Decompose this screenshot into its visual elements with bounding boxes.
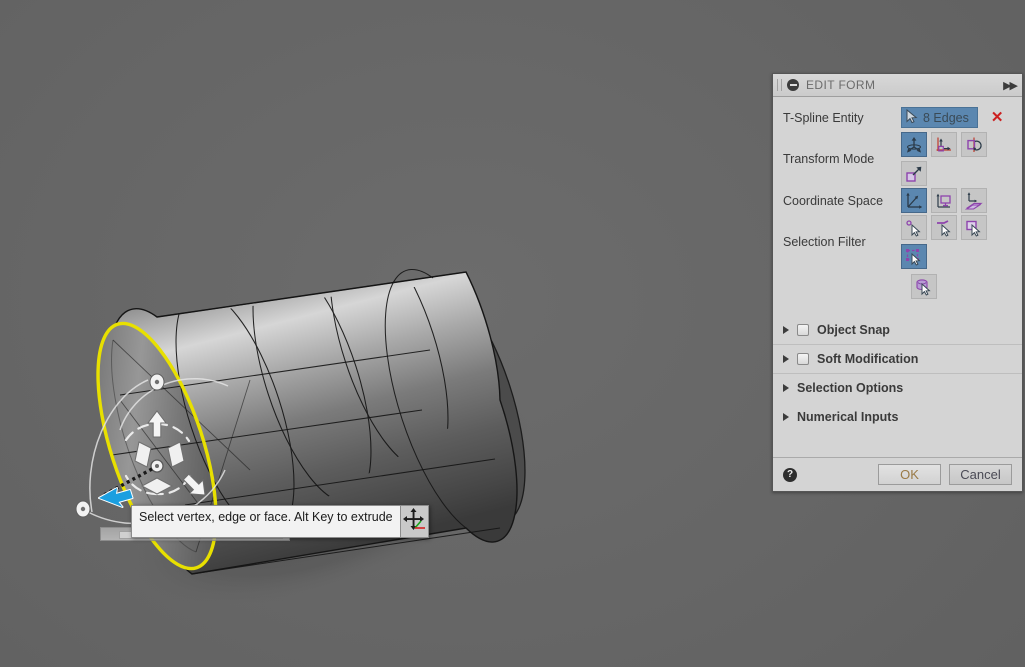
panel-title: EDIT FORM [806, 78, 876, 92]
selection-filter-vertex[interactable] [901, 215, 927, 240]
section-selection-options-label: Selection Options [797, 381, 904, 395]
panel-body: T-Spline Entity 8 Edges ✕ Transform Mode… [773, 97, 1022, 457]
fast-forward-icon[interactable]: ▶▶ [1003, 79, 1018, 92]
application-window: Select vertex, edge or face. Alt Key to … [0, 0, 1025, 667]
transform-mode-scale[interactable] [901, 161, 927, 186]
row-selection-filter: Selection Filter [773, 215, 1022, 269]
selection-filter-edge[interactable] [931, 215, 957, 240]
row-selection-filter-overflow [773, 272, 1022, 301]
label-tspline-entity: T-Spline Entity [783, 110, 864, 125]
label-selection-filter: Selection Filter [783, 235, 866, 249]
chevron-right-icon[interactable] [783, 355, 789, 363]
red-x-icon[interactable]: ✕ [991, 110, 1004, 125]
label-coordinate-space: Coordinate Space [783, 193, 884, 208]
chevron-right-icon[interactable] [783, 412, 789, 421]
coordinate-space-view[interactable] [931, 188, 957, 213]
edit-form-panel[interactable]: EDIT FORM ▶▶ T-Spline Entity 8 Edges ✕ T… [772, 73, 1023, 492]
chevron-right-icon[interactable] [783, 384, 789, 392]
move-cursor-icon [400, 505, 429, 538]
transform-mode-translate[interactable] [931, 132, 957, 157]
panel-footer: ? OK Cancel [773, 457, 1022, 491]
section-numerical-inputs-label: Numerical Inputs [797, 409, 899, 424]
help-icon[interactable]: ? [783, 467, 797, 482]
section-object-snap[interactable]: Object Snap [773, 315, 1022, 344]
tspline-entity-value: 8 Edges [923, 110, 969, 125]
collapse-circle-icon[interactable] [787, 79, 799, 91]
select-cursor-icon [906, 108, 919, 127]
row-transform-mode: Transform Mode [773, 132, 1022, 186]
section-soft-modification-label: Soft Modification [817, 352, 919, 366]
panel-bottom-spacer [773, 431, 1022, 457]
cancel-button[interactable]: Cancel [949, 464, 1012, 485]
tooltip-text: Select vertex, edge or face. Alt Key to … [131, 505, 401, 538]
row-tspline-entity: T-Spline Entity 8 Edges ✕ [773, 103, 1022, 132]
coordinate-space-world[interactable] [901, 188, 927, 213]
section-object-snap-label: Object Snap [817, 322, 890, 337]
section-numerical-inputs[interactable]: Numerical Inputs [773, 402, 1022, 431]
section-soft-modification[interactable]: Soft Modification [773, 344, 1022, 373]
panel-titlebar[interactable]: EDIT FORM ▶▶ [773, 74, 1022, 97]
object-snap-checkbox[interactable] [797, 323, 809, 336]
section-selection-options[interactable]: Selection Options [773, 373, 1022, 402]
row-coordinate-space: Coordinate Space [773, 186, 1022, 215]
gizmo-arrow-active-fill [99, 488, 133, 507]
transform-mode-rotate[interactable] [961, 132, 987, 157]
ok-button[interactable]: OK [878, 464, 941, 485]
label-transform-mode: Transform Mode [783, 152, 875, 166]
transform-mode-all[interactable] [901, 132, 927, 157]
chevron-right-icon[interactable] [783, 325, 789, 334]
soft-modification-checkbox[interactable] [797, 353, 809, 365]
drag-grip-icon[interactable] [777, 79, 782, 91]
selection-filter-object[interactable] [911, 274, 937, 299]
coordinate-space-surface[interactable] [961, 188, 987, 213]
tspline-entity-select-button[interactable]: 8 Edges [901, 107, 978, 128]
selection-filter-face[interactable] [961, 215, 987, 240]
tooltip: Select vertex, edge or face. Alt Key to … [131, 505, 429, 538]
selection-filter-body[interactable] [901, 244, 927, 269]
